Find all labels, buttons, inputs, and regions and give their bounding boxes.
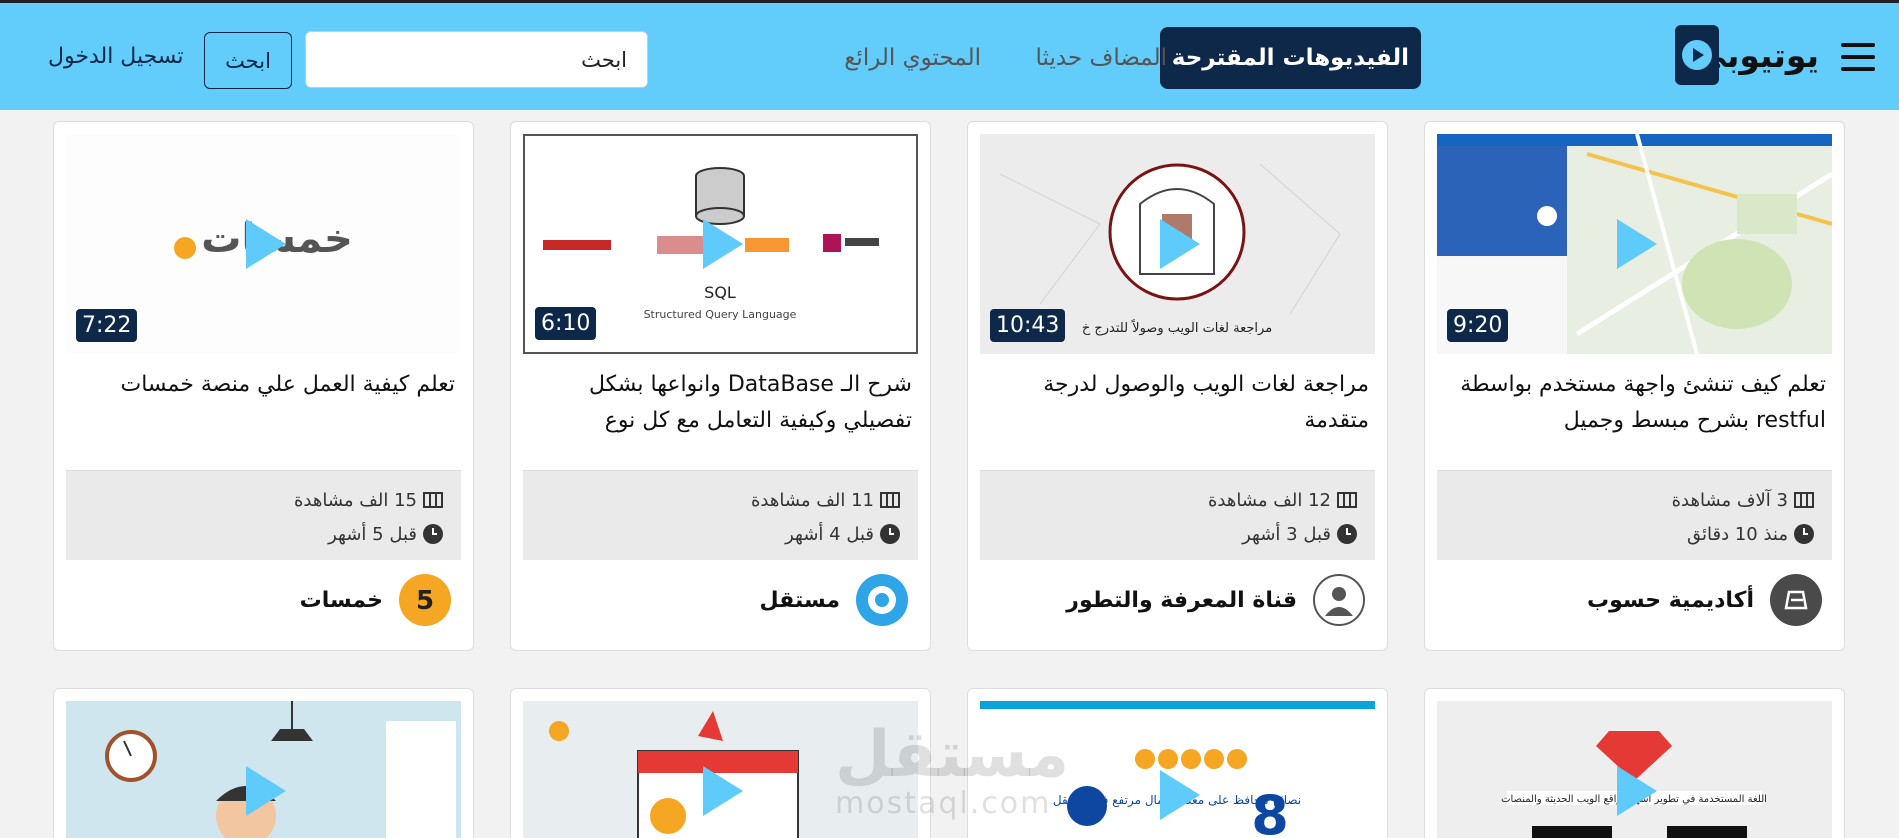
hsoub-logo-icon xyxy=(1784,590,1808,610)
film-icon xyxy=(423,492,443,508)
video-title[interactable]: تعلم كيفية العمل علي منصة خمسات xyxy=(72,367,455,403)
film-icon xyxy=(1794,492,1814,508)
play-icon[interactable] xyxy=(245,219,286,269)
play-icon[interactable] xyxy=(1159,219,1200,269)
login-link[interactable]: تسجيل الدخول xyxy=(48,44,184,69)
channel-info[interactable]: قناة المعرفة والتطور xyxy=(1066,574,1365,626)
view-count: 12 الف مشاهدة xyxy=(1207,489,1331,511)
video-thumbnail[interactable]: مراجعة لغات الويب وصولاً للتدرج خ 10:43 xyxy=(980,134,1375,354)
video-card[interactable]: اللغة المستخدمة في تطوير أشهر مواقع الوي… xyxy=(1424,688,1845,838)
video-duration: 9:20 xyxy=(1447,309,1509,342)
video-meta: 12 الف مشاهدة قبل 3 أشهر xyxy=(980,470,1375,560)
tab-suggested-videos[interactable]: الفيديوهات المقترحة xyxy=(1159,27,1421,89)
video-meta: 11 الف مشاهدة قبل 4 أشهر xyxy=(523,470,918,560)
channel-avatar[interactable]: 5 xyxy=(399,574,451,626)
channel-avatar[interactable] xyxy=(1770,574,1822,626)
clock-icon xyxy=(1794,524,1814,544)
upload-time: قبل 5 أشهر xyxy=(328,523,417,545)
play-icon[interactable] xyxy=(1616,766,1657,816)
thumbnail-sql-subtitle: Structured Query Language xyxy=(644,308,797,321)
play-icon[interactable] xyxy=(1616,219,1657,269)
tab-great-content[interactable]: المحتوي الرائع xyxy=(832,27,993,89)
video-meta: 15 الف مشاهدة قبل 5 أشهر xyxy=(66,470,461,560)
clock-icon xyxy=(423,524,443,544)
upload-time: قبل 4 أشهر xyxy=(785,523,874,545)
watermark-latin: mostaql.com xyxy=(835,786,1052,821)
channel-avatar[interactable] xyxy=(1313,574,1365,626)
play-icon[interactable] xyxy=(702,766,743,816)
film-icon xyxy=(1337,492,1357,508)
khamsat-logo-mark-icon xyxy=(174,236,197,259)
channel-name[interactable]: خمسات xyxy=(300,588,383,613)
channel-info[interactable]: أكاديمية حسوب xyxy=(1587,574,1822,626)
video-thumbnail[interactable]: اللغة المستخدمة في تطوير أشهر مواقع الوي… xyxy=(1437,701,1832,838)
video-card[interactable] xyxy=(53,688,474,838)
channel-info[interactable]: مستقل xyxy=(760,574,908,626)
svg-text:5: 5 xyxy=(416,586,434,616)
upload-time: منذ 10 دقائق xyxy=(1686,523,1788,545)
search-input[interactable] xyxy=(305,31,648,88)
play-icon[interactable] xyxy=(245,766,286,816)
channel-info[interactable]: 5 خمسات xyxy=(300,574,451,626)
video-title[interactable]: تعلم كيف تنشئ واجهة مستخدم بواسطة restfu… xyxy=(1443,367,1826,439)
video-duration: 10:43 xyxy=(990,309,1066,342)
video-thumbnail[interactable] xyxy=(66,701,461,838)
video-duration: 7:22 xyxy=(76,309,138,342)
thumbnail-number: 8 xyxy=(1251,784,1289,838)
video-thumbnail[interactable]: SQL Structured Query Language 6:10 xyxy=(523,134,918,354)
search-button[interactable]: ابحث xyxy=(204,32,292,89)
clock-icon xyxy=(1337,524,1357,544)
film-icon xyxy=(880,492,900,508)
channel-name[interactable]: أكاديمية حسوب xyxy=(1587,588,1754,613)
video-card[interactable]: خمسات 7:22 تعلم كيفية العمل علي منصة خمس… xyxy=(53,121,474,651)
video-card[interactable]: SQL Structured Query Language 6:10 شرح ا… xyxy=(510,121,931,651)
play-icon[interactable] xyxy=(1159,770,1200,820)
video-title[interactable]: شرح الـ DataBase وانواعها بشكل تفصيلي وك… xyxy=(529,367,912,439)
channel-avatar[interactable] xyxy=(856,574,908,626)
view-count: 15 الف مشاهدة xyxy=(293,489,417,511)
play-icon[interactable] xyxy=(702,219,743,269)
video-card[interactable]: مراجعة لغات الويب وصولاً للتدرج خ 10:43 … xyxy=(967,121,1388,651)
video-thumbnail[interactable]: 9:20 xyxy=(1437,134,1832,354)
view-count: 11 الف مشاهدة xyxy=(750,489,874,511)
khamsat-five-icon: 5 xyxy=(416,586,434,616)
mostaql-logo-icon xyxy=(868,586,896,614)
video-card[interactable]: 9:20 تعلم كيف تنشئ واجهة مستخدم بواسطة r… xyxy=(1424,121,1845,651)
view-count: 3 آلاف مشاهدة xyxy=(1671,489,1788,511)
tab-recently-added[interactable]: المضاف حديثا xyxy=(1024,27,1179,89)
watermark-arabic: مستقل xyxy=(835,718,1070,792)
menu-icon[interactable] xyxy=(1841,43,1875,71)
upload-time: قبل 3 أشهر xyxy=(1242,523,1331,545)
video-meta: 3 آلاف مشاهدة منذ 10 دقائق xyxy=(1437,470,1832,560)
video-title[interactable]: مراجعة لغات الويب والوصول لدرجة متقدمة xyxy=(986,367,1369,439)
thumbnail-caption: مراجعة لغات الويب وصولاً للتدرج خ xyxy=(1082,319,1272,336)
user-icon xyxy=(1325,587,1353,616)
video-duration: 6:10 xyxy=(535,307,597,340)
clock-icon xyxy=(880,524,900,544)
channel-name[interactable]: مستقل xyxy=(760,588,840,613)
brand-logo-icon[interactable] xyxy=(1675,25,1719,85)
video-thumbnail[interactable]: خمسات 7:22 xyxy=(66,134,461,354)
navbar: يوتيوبي الفيديوهات المقترحة المضاف حديثا… xyxy=(0,3,1899,110)
channel-name[interactable]: قناة المعرفة والتطور xyxy=(1066,588,1297,613)
thumbnail-sql-title: SQL xyxy=(704,283,736,302)
